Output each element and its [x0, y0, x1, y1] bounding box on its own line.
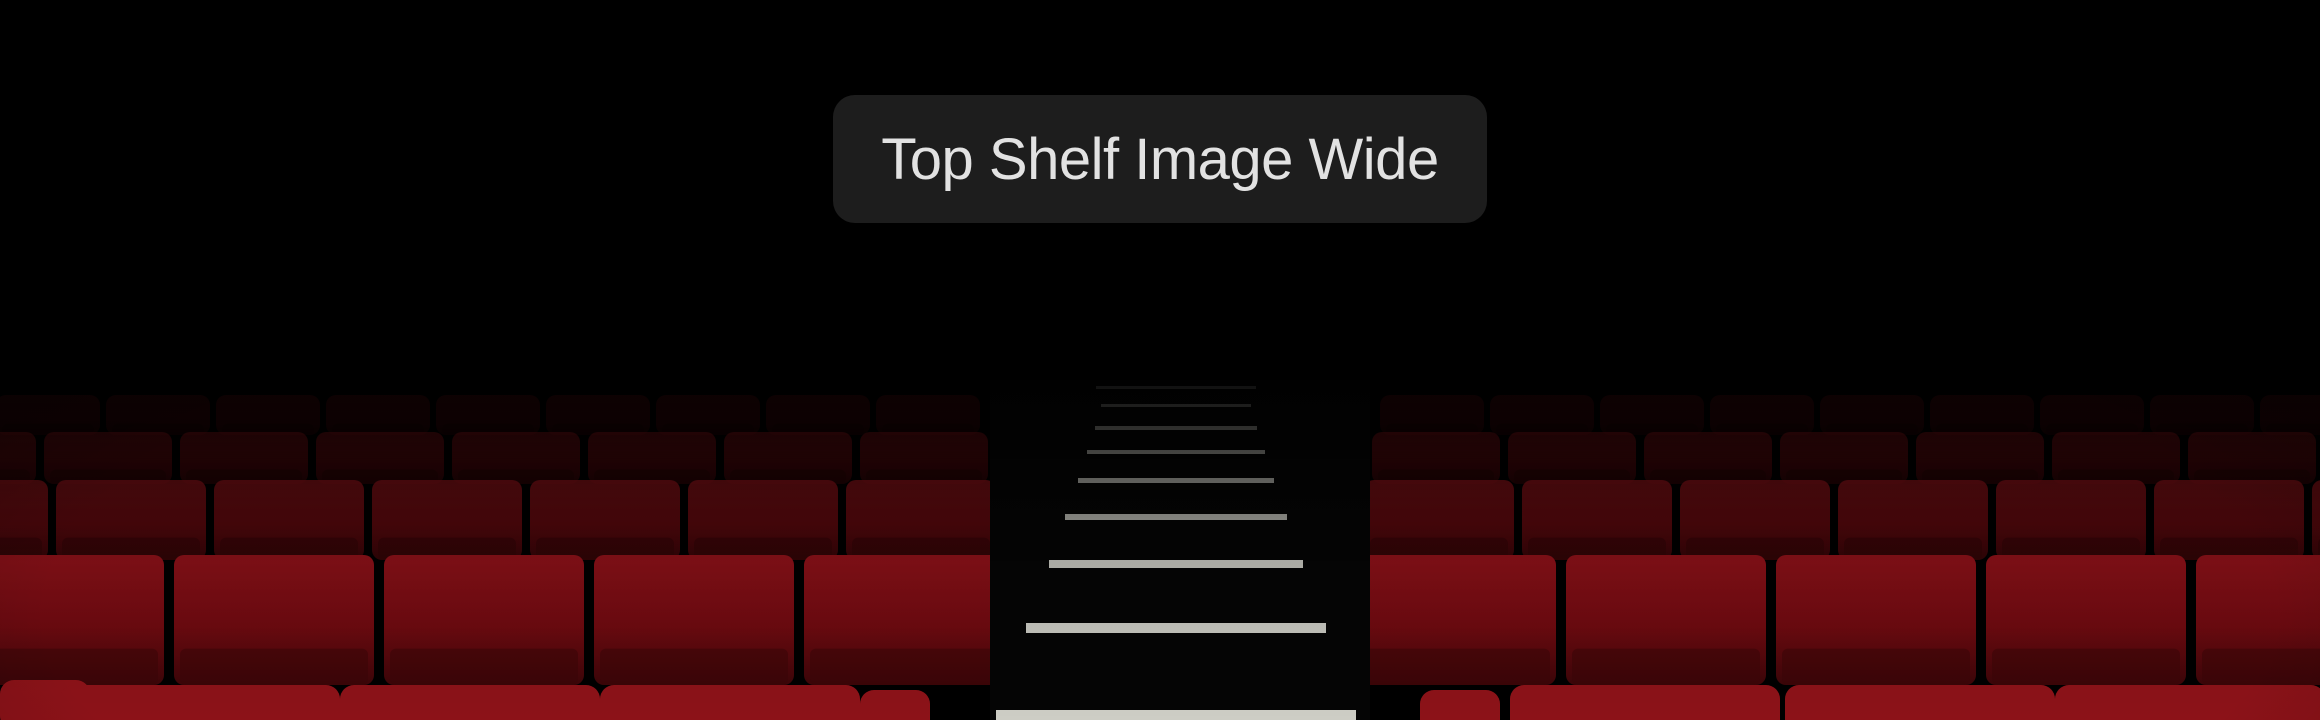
- title-badge: Top Shelf Image Wide: [833, 95, 1487, 223]
- top-shelf-image: Top Shelf Image Wide: [0, 0, 2320, 720]
- title-text: Top Shelf Image Wide: [881, 126, 1439, 192]
